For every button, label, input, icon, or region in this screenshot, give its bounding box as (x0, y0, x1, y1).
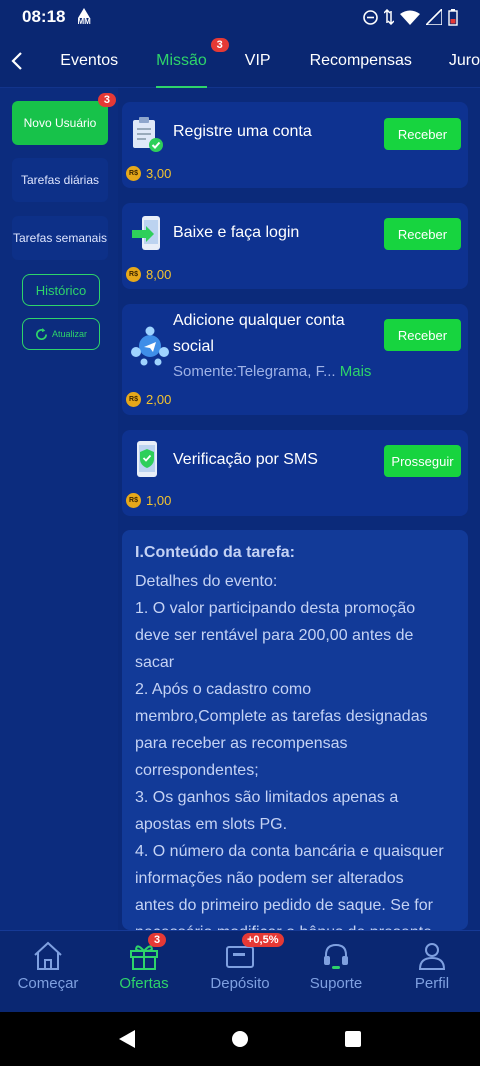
phone-login-icon (130, 215, 164, 258)
task-reward: R$ 3,00 (126, 166, 171, 181)
rules-line: necessário modificar o bônus de presente (135, 919, 456, 930)
nav-ofertas[interactable]: Ofertas 3 (96, 931, 192, 1012)
rules-line: 2. Após o cadastro como (135, 681, 312, 698)
clipboard-check-icon (130, 116, 164, 159)
notification-badge: 3 (97, 93, 116, 107)
signal-icon (426, 9, 442, 25)
rules-line: 4. O número da conta bancária e quaisque… (135, 843, 444, 860)
back-triangle-icon[interactable] (118, 1029, 136, 1049)
task-reward: R$ 8,00 (126, 267, 171, 282)
nav-deposito[interactable]: Depósito +0,5% (192, 931, 288, 1012)
tab-missao[interactable]: Missão 3 (156, 34, 229, 88)
bottom-nav: Começar Ofertas 3 Depósito +0,5% Suporte… (0, 930, 480, 1012)
more-link[interactable]: Mais (340, 363, 372, 380)
task-card-download-login: Baixe e faça login Receber R$ 8,00 (122, 203, 468, 289)
tab-eventos[interactable]: Eventos (60, 34, 118, 88)
home-icon (34, 941, 62, 970)
sidebar-item-tarefas-semanais[interactable]: Tarefas semanais (12, 216, 108, 260)
tab-recompensas[interactable]: Recompensas (310, 34, 412, 88)
task-card-register: Registre uma conta Receber R$ 3,00 (122, 102, 468, 188)
task-rules-panel: I.Conteúdo da tarefa: Detalhes do evento… (122, 530, 468, 930)
coin-icon: R$ (126, 267, 141, 282)
mission-sidebar: Novo Usuário 3 Tarefas diárias Tarefas s… (0, 88, 118, 930)
system-navigation-bar (0, 1012, 480, 1066)
social-network-icon (130, 326, 170, 371)
rules-line: antes do primeiro pedido de saque. Se fo… (135, 897, 433, 914)
bonus-badge: +0,5% (242, 933, 284, 947)
notification-badge: 3 (210, 37, 229, 52)
chevron-left-icon (11, 51, 22, 70)
receive-button[interactable]: Receber (384, 118, 461, 150)
refresh-icon (36, 327, 47, 340)
nav-comecar[interactable]: Começar (0, 931, 96, 1012)
history-button[interactable]: Histórico (22, 274, 100, 306)
proceed-button[interactable]: Prosseguir (384, 445, 461, 477)
sidebar-item-novo-usuario[interactable]: Novo Usuário 3 (12, 93, 116, 145)
rules-line: membro,Complete as tarefas designadas (135, 708, 428, 725)
notification-badge: 3 (148, 933, 167, 947)
nav-perfil[interactable]: Perfil (384, 931, 480, 1012)
rules-line: 3. Os ganhos são limitados apenas a (135, 789, 399, 806)
back-button[interactable] (0, 34, 34, 88)
coin-icon: R$ (126, 166, 141, 181)
dnd-icon (363, 9, 378, 25)
task-title: Verificação por SMS (173, 451, 318, 468)
clock: 08:18 (22, 7, 66, 26)
task-title: Adicione qualquer conta (173, 312, 345, 329)
headset-icon (324, 943, 348, 969)
rules-line: deve ser rentável para 200,00 antes de (135, 627, 414, 644)
data-arrows-icon (384, 9, 394, 25)
rules-line: informações não podem ser alterados (135, 870, 404, 887)
battery-low-icon (448, 8, 458, 26)
nav-suporte[interactable]: Suporte (288, 931, 384, 1012)
task-title-line2: social (173, 338, 214, 355)
status-bar: 08:18 MM (0, 0, 480, 34)
receive-button[interactable]: Receber (384, 218, 461, 250)
user-icon (418, 943, 446, 970)
task-reward: R$ 2,00 (126, 392, 171, 407)
tab-juro[interactable]: Juro (449, 34, 480, 88)
coin-icon: R$ (126, 493, 141, 508)
rules-line: Detalhes do evento: (135, 573, 278, 590)
tab-vip[interactable]: VIP (245, 34, 271, 88)
task-title: Registre uma conta (173, 123, 312, 140)
rules-line: sacar (135, 654, 175, 671)
rules-heading: I.Conteúdo da tarefa: (135, 544, 296, 561)
rules-line: apostas em slots PG. (135, 816, 288, 833)
task-card-sms: Verificação por SMS Prosseguir R$ 1,00 (122, 430, 468, 516)
rules-line: correspondentes; (135, 762, 259, 779)
recents-square-icon[interactable] (344, 1030, 362, 1048)
wifi-icon (400, 10, 420, 25)
phone-shield-icon (130, 440, 164, 483)
task-title: Baixe e faça login (173, 224, 300, 241)
coin-icon: R$ (126, 392, 141, 407)
home-circle-icon[interactable] (231, 1030, 249, 1048)
task-reward: R$ 1,00 (126, 493, 171, 508)
receive-button[interactable]: Receber (384, 319, 461, 351)
task-subtitle: Somente:Telegrama, F... Mais (173, 363, 372, 380)
top-tab-bar: Eventos Missão 3 VIP Recompensas Juro (0, 34, 480, 88)
task-card-social: Adicione qualquer conta social Somente:T… (122, 304, 468, 415)
rules-line: para receber as recompensas (135, 735, 348, 752)
refresh-button[interactable]: Atualizar (22, 318, 100, 350)
app-notification-icon: MM (77, 8, 91, 26)
rules-line: 1. O valor participando desta promoção (135, 600, 416, 617)
sidebar-item-tarefas-diarias[interactable]: Tarefas diárias (12, 158, 108, 202)
